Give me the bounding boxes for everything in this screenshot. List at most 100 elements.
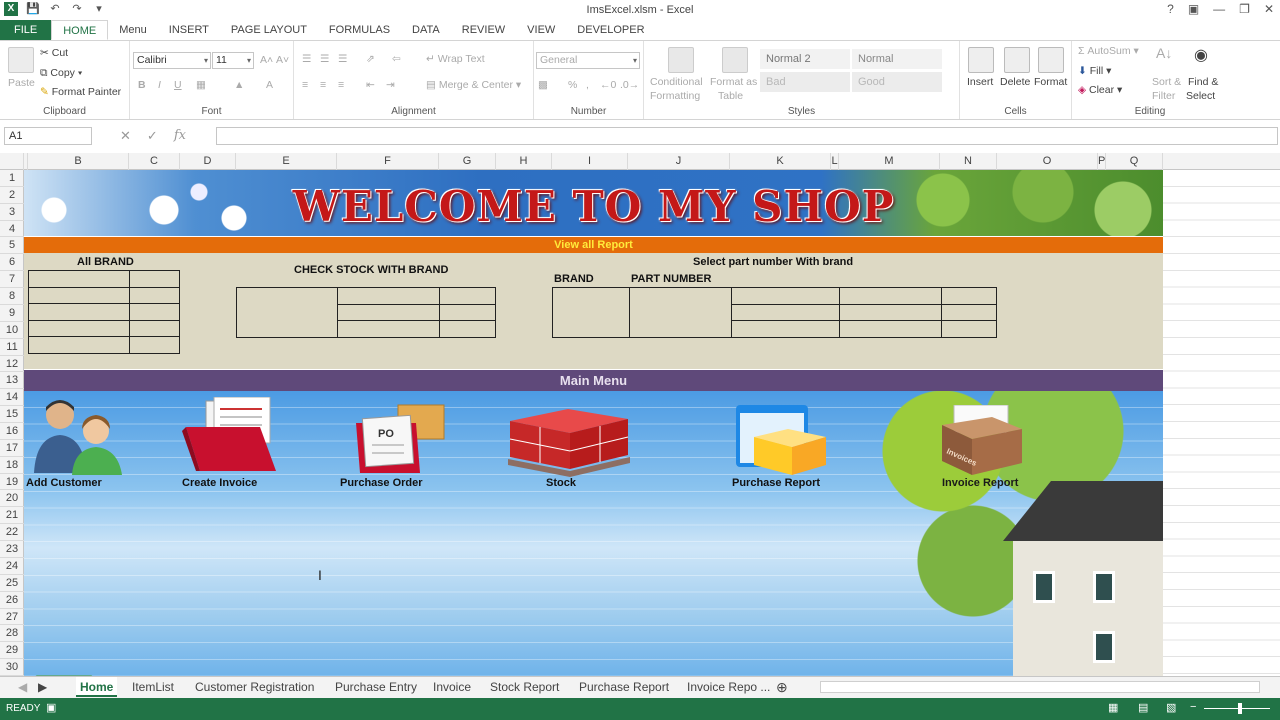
row-header[interactable]: 29	[0, 642, 24, 660]
conditional-formatting-line2[interactable]: Formatting	[650, 90, 700, 102]
align-left-icon[interactable]: ≡	[302, 79, 308, 91]
number-format-select[interactable]: General ▾	[536, 52, 640, 69]
insert-cells-icon[interactable]	[968, 47, 994, 73]
row-header[interactable]: 17	[0, 440, 24, 457]
row-header[interactable]: 3	[0, 204, 24, 221]
sheet-tab-stock-report[interactable]: Stock Report	[486, 677, 563, 697]
style-bad[interactable]: Bad	[760, 72, 850, 92]
stock-label[interactable]: Stock	[546, 477, 576, 489]
row-header[interactable]: 9	[0, 305, 24, 322]
col-header-l[interactable]: L	[831, 153, 839, 170]
col-header-d[interactable]: D	[180, 153, 236, 170]
row-header[interactable]: 5	[0, 237, 24, 255]
row-header[interactable]: 2	[0, 187, 24, 204]
col-header-e[interactable]: E	[236, 153, 337, 170]
decrease-decimal-icon[interactable]: .0→	[620, 79, 639, 91]
row-header[interactable]: 13	[0, 372, 24, 390]
purchase-report-label[interactable]: Purchase Report	[732, 477, 820, 489]
row-header[interactable]: 20	[0, 490, 24, 508]
merge-center-button[interactable]: ▤ Merge & Center ▾	[426, 79, 521, 91]
normal-view-icon[interactable]: ▦	[1108, 701, 1118, 714]
row-header[interactable]: 21	[0, 507, 24, 525]
col-header-i[interactable]: I	[552, 153, 628, 170]
col-header-p[interactable]: P	[1098, 153, 1106, 170]
page-layout-view-icon[interactable]: ▤	[1138, 701, 1148, 714]
align-center-icon[interactable]: ≡	[320, 79, 326, 91]
row-header[interactable]: 10	[0, 322, 24, 339]
zoom-slider[interactable]	[1204, 708, 1270, 709]
decrease-indent-icon[interactable]: ⇤	[366, 79, 375, 91]
row-header[interactable]: 6	[0, 254, 24, 272]
row-header[interactable]: 24	[0, 558, 24, 575]
format-as-table-line1[interactable]: Format as	[710, 76, 757, 88]
tab-scroll-left-icon[interactable]: ◀	[14, 677, 31, 697]
row-header[interactable]: 27	[0, 609, 24, 626]
row-header[interactable]: 4	[0, 221, 24, 238]
row-header[interactable]: 16	[0, 423, 24, 440]
find-select-line1[interactable]: Find &	[1188, 76, 1218, 88]
part-number-table[interactable]	[552, 287, 997, 338]
zoom-out-icon[interactable]: −	[1190, 701, 1196, 713]
orientation-icon[interactable]: ⇗	[366, 53, 375, 65]
macro-record-icon[interactable]: ▣	[46, 701, 56, 714]
underline-icon[interactable]: U	[174, 79, 182, 91]
align-middle-icon[interactable]: ☰	[320, 53, 329, 65]
tab-view[interactable]: VIEW	[516, 20, 566, 40]
format-as-table-line2[interactable]: Table	[718, 90, 743, 102]
format-cells-button[interactable]: Format	[1034, 76, 1067, 88]
row-header[interactable]: 7	[0, 271, 24, 289]
bold-icon[interactable]: B	[138, 79, 146, 91]
col-header-j[interactable]: J	[628, 153, 730, 170]
sort-filter-icon[interactable]: A↓	[1156, 45, 1172, 61]
row-header[interactable]: 15	[0, 406, 24, 423]
row-header[interactable]: 11	[0, 339, 24, 356]
row-header[interactable]: 25	[0, 575, 24, 592]
binoculars-icon[interactable]: ◉	[1194, 45, 1208, 65]
autosum-button[interactable]: Σ AutoSum ▾	[1078, 45, 1139, 57]
ribbon-display-icon[interactable]: ▣	[1188, 2, 1199, 16]
cancel-icon[interactable]: ✕	[120, 128, 131, 144]
purchase-order-label[interactable]: Purchase Order	[340, 477, 423, 489]
tab-developer[interactable]: DEVELOPER	[566, 20, 655, 40]
col-header-g[interactable]: G	[439, 153, 496, 170]
italic-icon[interactable]: I	[158, 79, 161, 91]
tab-formulas[interactable]: FORMULAS	[318, 20, 401, 40]
align-bottom-icon[interactable]: ☰	[338, 53, 347, 65]
sheet-tab-purchase-entry[interactable]: Purchase Entry	[331, 677, 421, 697]
col-header-h[interactable]: H	[496, 153, 552, 170]
horizontal-scrollbar[interactable]	[820, 681, 1260, 693]
style-normal[interactable]: Normal	[852, 49, 942, 69]
sheet-tab-home[interactable]: Home	[76, 677, 118, 697]
tab-scroll-right-icon[interactable]: ▶	[34, 677, 51, 697]
clear-button[interactable]: ◈ Clear ▾	[1078, 84, 1122, 96]
col-header-n[interactable]: N	[940, 153, 997, 170]
fill-color-icon[interactable]: ▲	[234, 79, 244, 91]
currency-icon[interactable]: ▩	[538, 79, 548, 91]
row-header[interactable]: 28	[0, 625, 24, 643]
font-color-icon[interactable]: A	[266, 79, 273, 91]
tab-page-layout[interactable]: PAGE LAYOUT	[220, 20, 318, 40]
all-brand-table[interactable]	[28, 270, 180, 354]
shrink-font-icon[interactable]: A˅	[276, 54, 289, 66]
font-name-select[interactable]: Calibri ▾	[133, 52, 211, 69]
row-header[interactable]: 12	[0, 356, 24, 373]
sheet-tab-purchase-report[interactable]: Purchase Report	[575, 677, 673, 697]
find-select-line2[interactable]: Select	[1186, 90, 1215, 102]
sort-filter-line2[interactable]: Filter	[1152, 90, 1175, 102]
sort-filter-line1[interactable]: Sort &	[1152, 76, 1181, 88]
tab-home[interactable]: HOME	[51, 20, 109, 40]
fill-button[interactable]: ⬇ Fill ▾	[1078, 65, 1111, 77]
comma-icon[interactable]: ,	[586, 79, 589, 91]
format-cells-icon[interactable]	[1038, 47, 1064, 73]
row-header[interactable]: 19	[0, 474, 24, 491]
delete-cells-button[interactable]: Delete	[1000, 76, 1030, 88]
row-header[interactable]: 8	[0, 288, 24, 305]
minimize-icon[interactable]: —	[1213, 2, 1225, 16]
insert-function-icon[interactable]: fx	[174, 128, 186, 144]
col-header-m[interactable]: M	[839, 153, 940, 170]
delete-cells-icon[interactable]	[1004, 47, 1030, 73]
tab-insert[interactable]: INSERT	[158, 20, 220, 40]
conditional-formatting-line1[interactable]: Conditional	[650, 76, 703, 88]
add-customer-label[interactable]: Add Customer	[26, 477, 102, 489]
check-stock-table[interactable]	[236, 287, 496, 338]
